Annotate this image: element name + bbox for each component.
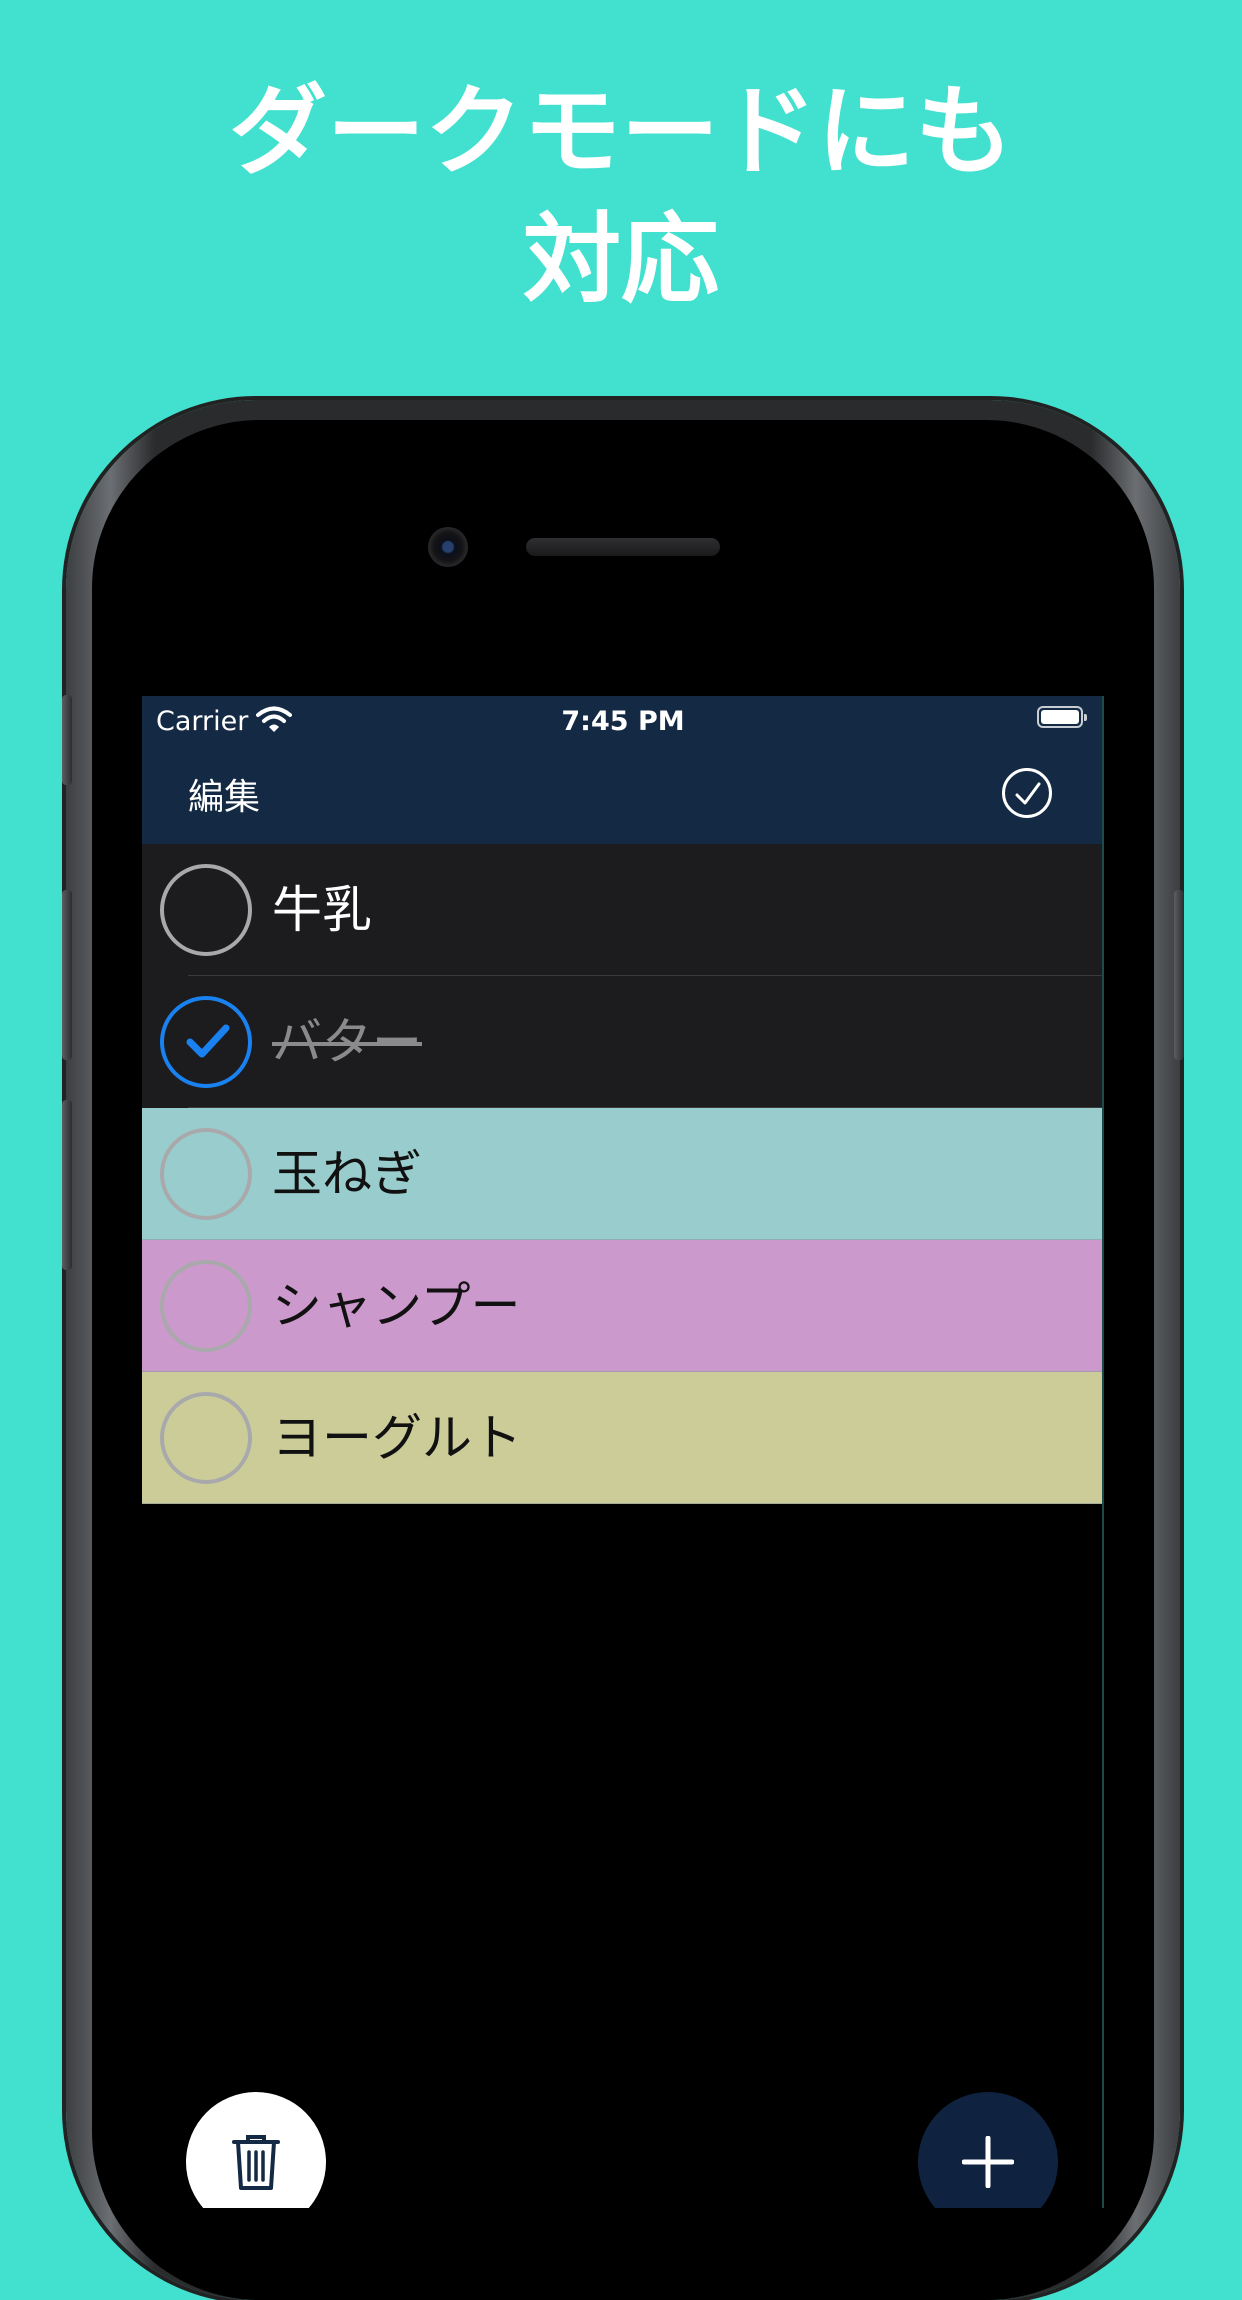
list-item-label: バター [272, 1013, 422, 1071]
phone-power-button [1174, 890, 1184, 1060]
status-bar: Carrier 7:45 PM [142, 696, 1104, 744]
list-item-label: 玉ねぎ [272, 1145, 422, 1203]
phone-volume-up [62, 890, 72, 1060]
edit-button[interactable]: 編集 [188, 768, 260, 820]
checked-circle-icon[interactable] [160, 996, 252, 1088]
headline-line-2: 対応 [522, 203, 719, 317]
headline-line-1: ダークモードにも [228, 75, 1013, 189]
unchecked-circle-icon[interactable] [160, 864, 252, 956]
phone-volume-down [62, 1100, 72, 1270]
list-item[interactable]: 牛乳 [142, 844, 1104, 976]
status-time: 7:45 PM [561, 706, 685, 737]
row-divider [142, 1503, 1104, 1504]
list-item[interactable]: 玉ねぎ [142, 1108, 1104, 1240]
headline: ダークモードにも 対応 [0, 68, 1242, 324]
check-circle-icon[interactable] [1002, 768, 1052, 818]
trash-icon [232, 2135, 280, 2190]
unchecked-circle-icon[interactable] [160, 1128, 252, 1220]
camera-icon [428, 527, 468, 567]
app-screen: Carrier 7:45 PM 編集 牛乳バター玉ねぎシャンプーヨーグルト [142, 696, 1104, 2208]
list-item-label: 牛乳 [272, 881, 372, 939]
unchecked-circle-icon[interactable] [160, 1260, 252, 1352]
plus-icon [962, 2136, 1014, 2188]
navigation-bar: Carrier 7:45 PM 編集 [142, 696, 1104, 844]
list-item[interactable]: バター [142, 976, 1104, 1108]
battery-icon [1037, 706, 1087, 728]
shopping-list: 牛乳バター玉ねぎシャンプーヨーグルト [142, 844, 1104, 1504]
unchecked-circle-icon[interactable] [160, 1392, 252, 1484]
delete-button[interactable] [186, 2092, 326, 2208]
add-item-button[interactable] [918, 2092, 1058, 2208]
speaker-grille [526, 538, 720, 556]
list-item[interactable]: シャンプー [142, 1240, 1104, 1372]
list-item-label: ヨーグルト [272, 1409, 522, 1467]
phone-silent-switch [62, 695, 72, 785]
list-item-label: シャンプー [272, 1277, 521, 1335]
list-item[interactable]: ヨーグルト [142, 1372, 1104, 1504]
